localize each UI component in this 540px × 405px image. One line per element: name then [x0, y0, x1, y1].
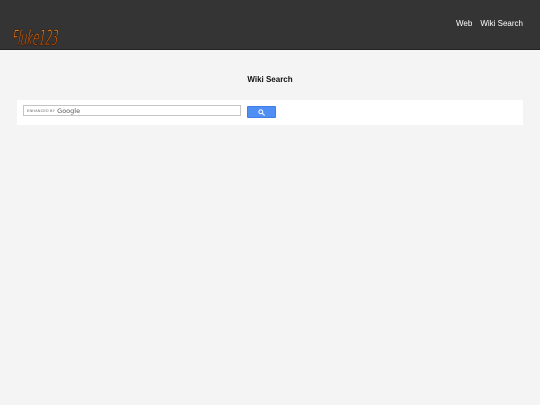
search-button[interactable] [247, 106, 276, 118]
nav-web-link[interactable]: Web [456, 19, 472, 28]
search-panel: enhanced by Google [17, 100, 523, 125]
google-brand-label: Google [57, 106, 81, 115]
search-input[interactable] [80, 106, 240, 115]
logo-text: Fluke123 [14, 26, 59, 46]
search-icon [258, 108, 265, 116]
nav-wiki-search-link[interactable]: Wiki Search [480, 19, 523, 28]
site-logo[interactable]: Fluke123 [14, 4, 62, 46]
site-header: Fluke123 Web Wiki Search [0, 0, 540, 50]
top-nav: Web Wiki Search [456, 19, 523, 28]
page-title: Wiki Search [247, 75, 293, 84]
search-input-wrapper[interactable]: enhanced by Google [23, 105, 241, 116]
enhanced-by-label: enhanced by [27, 108, 56, 113]
